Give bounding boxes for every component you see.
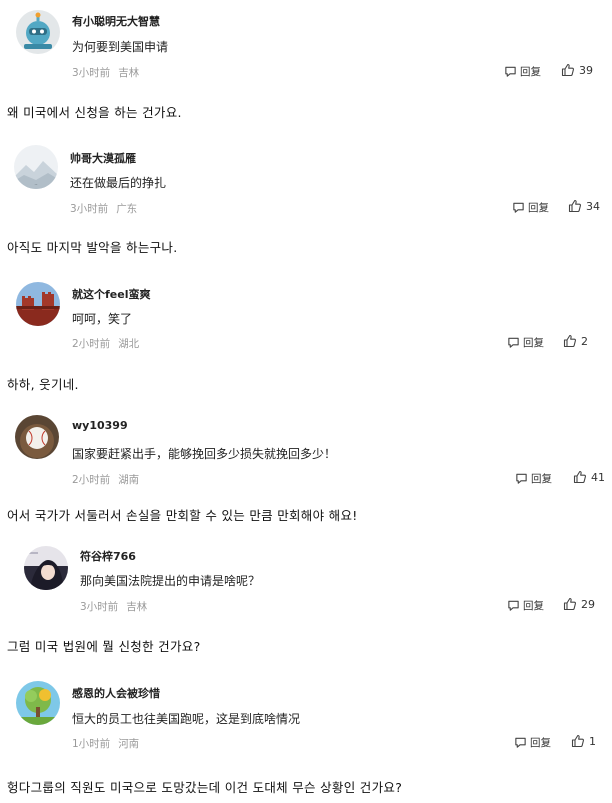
username[interactable]: 就这个feel蛮爽 xyxy=(72,286,150,302)
like-count: 39 xyxy=(579,63,593,77)
comment-meta: 3小时前 吉林 xyxy=(72,65,139,80)
comment-text: 恒大的员工也往美国跑呢，这是到底啥情况 xyxy=(72,712,301,726)
reply-label: 回复 xyxy=(523,600,544,612)
comment-location: 吉林 xyxy=(126,601,148,613)
reply-label: 回复 xyxy=(520,66,541,78)
comment-time: 1小时前 xyxy=(72,738,111,750)
translation-text: 그럼 미국 법원에 뭘 신청한 건가요? xyxy=(7,639,201,654)
comment-location: 湖北 xyxy=(118,338,140,350)
comment-time: 2小时前 xyxy=(72,338,111,350)
thumbs-up-icon xyxy=(561,63,574,77)
translation-text: 왜 미국에서 신청을 하는 건가요. xyxy=(7,105,182,120)
thumbs-up-icon xyxy=(568,199,581,213)
comment-time: 3小时前 xyxy=(70,203,109,215)
comment-time: 3小时前 xyxy=(80,601,119,613)
like-count: 34 xyxy=(586,199,600,213)
comment-meta: 3小时前 广东 xyxy=(70,201,137,216)
reply-icon xyxy=(508,337,519,348)
reply-icon xyxy=(516,473,527,484)
comment-item: 就这个feel蛮爽 呵呵，笑了 2小时前 湖北 回复 2 xyxy=(0,272,612,367)
comment-text: 呵呵，笑了 xyxy=(72,312,133,326)
username[interactable]: wy10399 xyxy=(72,419,128,432)
username[interactable]: 符谷梓766 xyxy=(80,548,136,564)
tree-avatar[interactable] xyxy=(16,681,60,725)
reply-button[interactable]: 回复 xyxy=(514,735,551,750)
baseball-avatar[interactable] xyxy=(15,415,59,459)
anime-avatar[interactable] xyxy=(24,546,68,590)
username[interactable]: 有小聪明无大智慧 xyxy=(72,13,160,29)
thumbs-up-icon xyxy=(563,334,576,348)
reply-button[interactable]: 回复 xyxy=(512,200,549,215)
comment-item: ~ 帅哥大漠孤雁 还在做最后的挣扎 3小时前 广东 回复 34 xyxy=(0,137,612,232)
like-count: 29 xyxy=(581,597,595,611)
like-button[interactable]: 29 xyxy=(563,597,595,611)
reply-label: 回复 xyxy=(530,737,551,749)
like-button[interactable]: 34 xyxy=(568,199,600,213)
like-button[interactable]: 39 xyxy=(561,63,593,77)
translation-text: 하하, 웃기네. xyxy=(7,377,79,392)
reply-button[interactable]: 回复 xyxy=(504,64,541,79)
reply-icon xyxy=(505,66,516,77)
reply-button[interactable]: 回复 xyxy=(515,471,552,486)
comment-time: 2小时前 xyxy=(72,474,111,486)
comment-location: 吉林 xyxy=(118,67,140,79)
comment-location: 广东 xyxy=(116,203,138,215)
comment-text: 那向美国法院提出的申请是啥呢？ xyxy=(80,574,261,588)
reply-label: 回复 xyxy=(523,337,544,349)
comment-text: 还在做最后的挣扎 xyxy=(70,176,167,190)
username[interactable]: 感恩的人会被珍惜 xyxy=(72,685,160,701)
translation-text: 어서 국가가 서둘러서 손실을 만회할 수 있는 만큼 만회해야 해요! xyxy=(7,508,358,523)
comment-item: wy10399 国家要赶紧出手，能够挽回多少损失就挽回多少！ 2小时前 湖南 回复… xyxy=(0,409,612,504)
thumbs-up-icon xyxy=(563,597,576,611)
comment-meta: 2小时前 湖南 xyxy=(72,472,139,487)
like-button[interactable]: 41 xyxy=(573,470,605,484)
comment-item: 有小聪明无大智慧 为何要到美国申请 3小时前 吉林 回复 39 xyxy=(0,0,612,95)
comment-text: 为何要到美国申请 xyxy=(72,40,169,54)
reply-icon xyxy=(513,202,524,213)
svg-text:~: ~ xyxy=(34,182,37,187)
reply-icon xyxy=(508,600,519,611)
thumbs-up-icon xyxy=(571,734,584,748)
reply-label: 回复 xyxy=(528,202,549,214)
robot-avatar[interactable] xyxy=(16,10,60,54)
translation-text: 아직도 마지막 발악을 하는구나. xyxy=(7,240,178,255)
comment-location: 河南 xyxy=(118,738,140,750)
reply-button[interactable]: 回复 xyxy=(507,335,544,350)
like-button[interactable]: 1 xyxy=(571,734,596,748)
comment-item: 感恩的人会被珍惜 恒大的员工也往美国跑呢，这是到底啥情况 1小时前 河南 回复 1 xyxy=(0,673,612,768)
comment-text: 国家要赶紧出手，能够挽回多少损失就挽回多少！ xyxy=(72,447,337,461)
thumbs-up-icon xyxy=(573,470,586,484)
comment-meta: 3小时前 吉林 xyxy=(80,599,147,614)
comment-location: 湖南 xyxy=(118,474,140,486)
translation-text: 헝다그룹의 직원도 미국으로 도망갔는데 이건 도대체 무슨 상황인 건가요? xyxy=(7,780,403,795)
like-count: 1 xyxy=(589,734,596,748)
reply-icon xyxy=(515,737,526,748)
reply-label: 回复 xyxy=(531,473,552,485)
like-count: 2 xyxy=(581,334,588,348)
great-wall-avatar[interactable] xyxy=(16,282,60,326)
like-button[interactable]: 2 xyxy=(563,334,588,348)
landscape-avatar[interactable]: ~ xyxy=(14,145,58,189)
like-count: 41 xyxy=(591,470,605,484)
comment-time: 3小时前 xyxy=(72,67,111,79)
comment-meta: 1小时前 河南 xyxy=(72,736,139,751)
comment-meta: 2小时前 湖北 xyxy=(72,336,139,351)
username[interactable]: 帅哥大漠孤雁 xyxy=(70,150,136,166)
reply-button[interactable]: 回复 xyxy=(507,598,544,613)
comment-item: 符谷梓766 那向美国法院提出的申请是啥呢？ 3小时前 吉林 回复 29 xyxy=(0,540,612,635)
